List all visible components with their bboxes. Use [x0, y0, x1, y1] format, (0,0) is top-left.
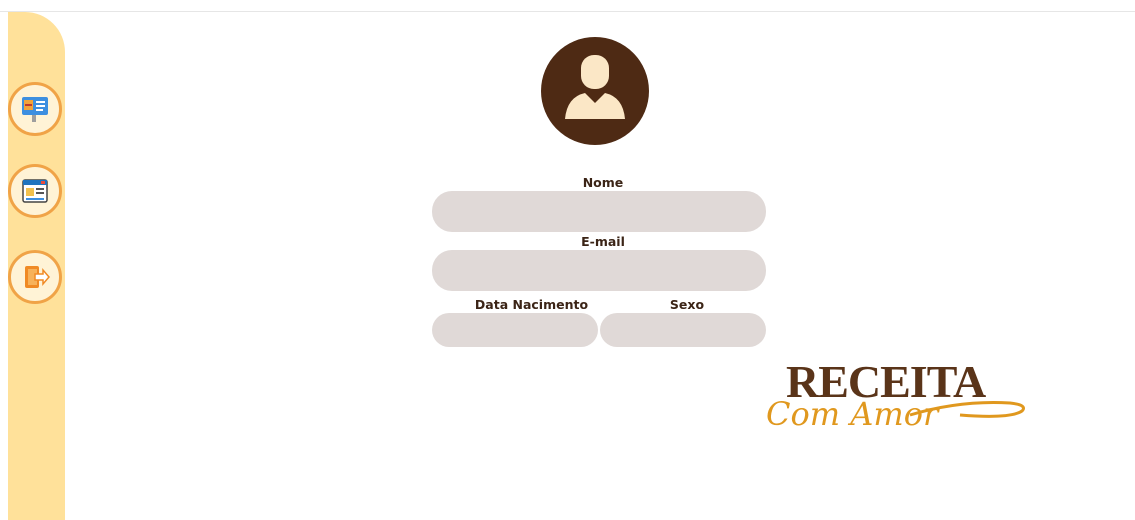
top-divider [0, 11, 1135, 12]
logo-subtitle: Com Amor [766, 395, 940, 433]
sidebar [8, 12, 65, 520]
recipe-book-icon [19, 175, 51, 207]
sex-label: Sexo [669, 297, 705, 312]
recipe-board-icon [19, 93, 51, 125]
logout-icon [19, 261, 51, 293]
sidebar-item-my-recipes[interactable] [8, 164, 62, 218]
email-input[interactable] [432, 250, 766, 291]
name-input[interactable] [432, 191, 766, 232]
user-avatar-icon [541, 37, 649, 149]
brand-logo: RECEITA Com Amor [760, 345, 1035, 440]
name-label: Nome [582, 175, 624, 190]
birth-date-label: Data Nacimento [474, 297, 589, 312]
sidebar-item-logout[interactable] [8, 250, 62, 304]
birth-date-input[interactable] [432, 313, 598, 347]
profile-avatar[interactable] [541, 37, 649, 145]
sex-input[interactable] [600, 313, 766, 347]
email-label: E-mail [581, 234, 625, 249]
sidebar-item-recipes[interactable] [8, 82, 62, 136]
